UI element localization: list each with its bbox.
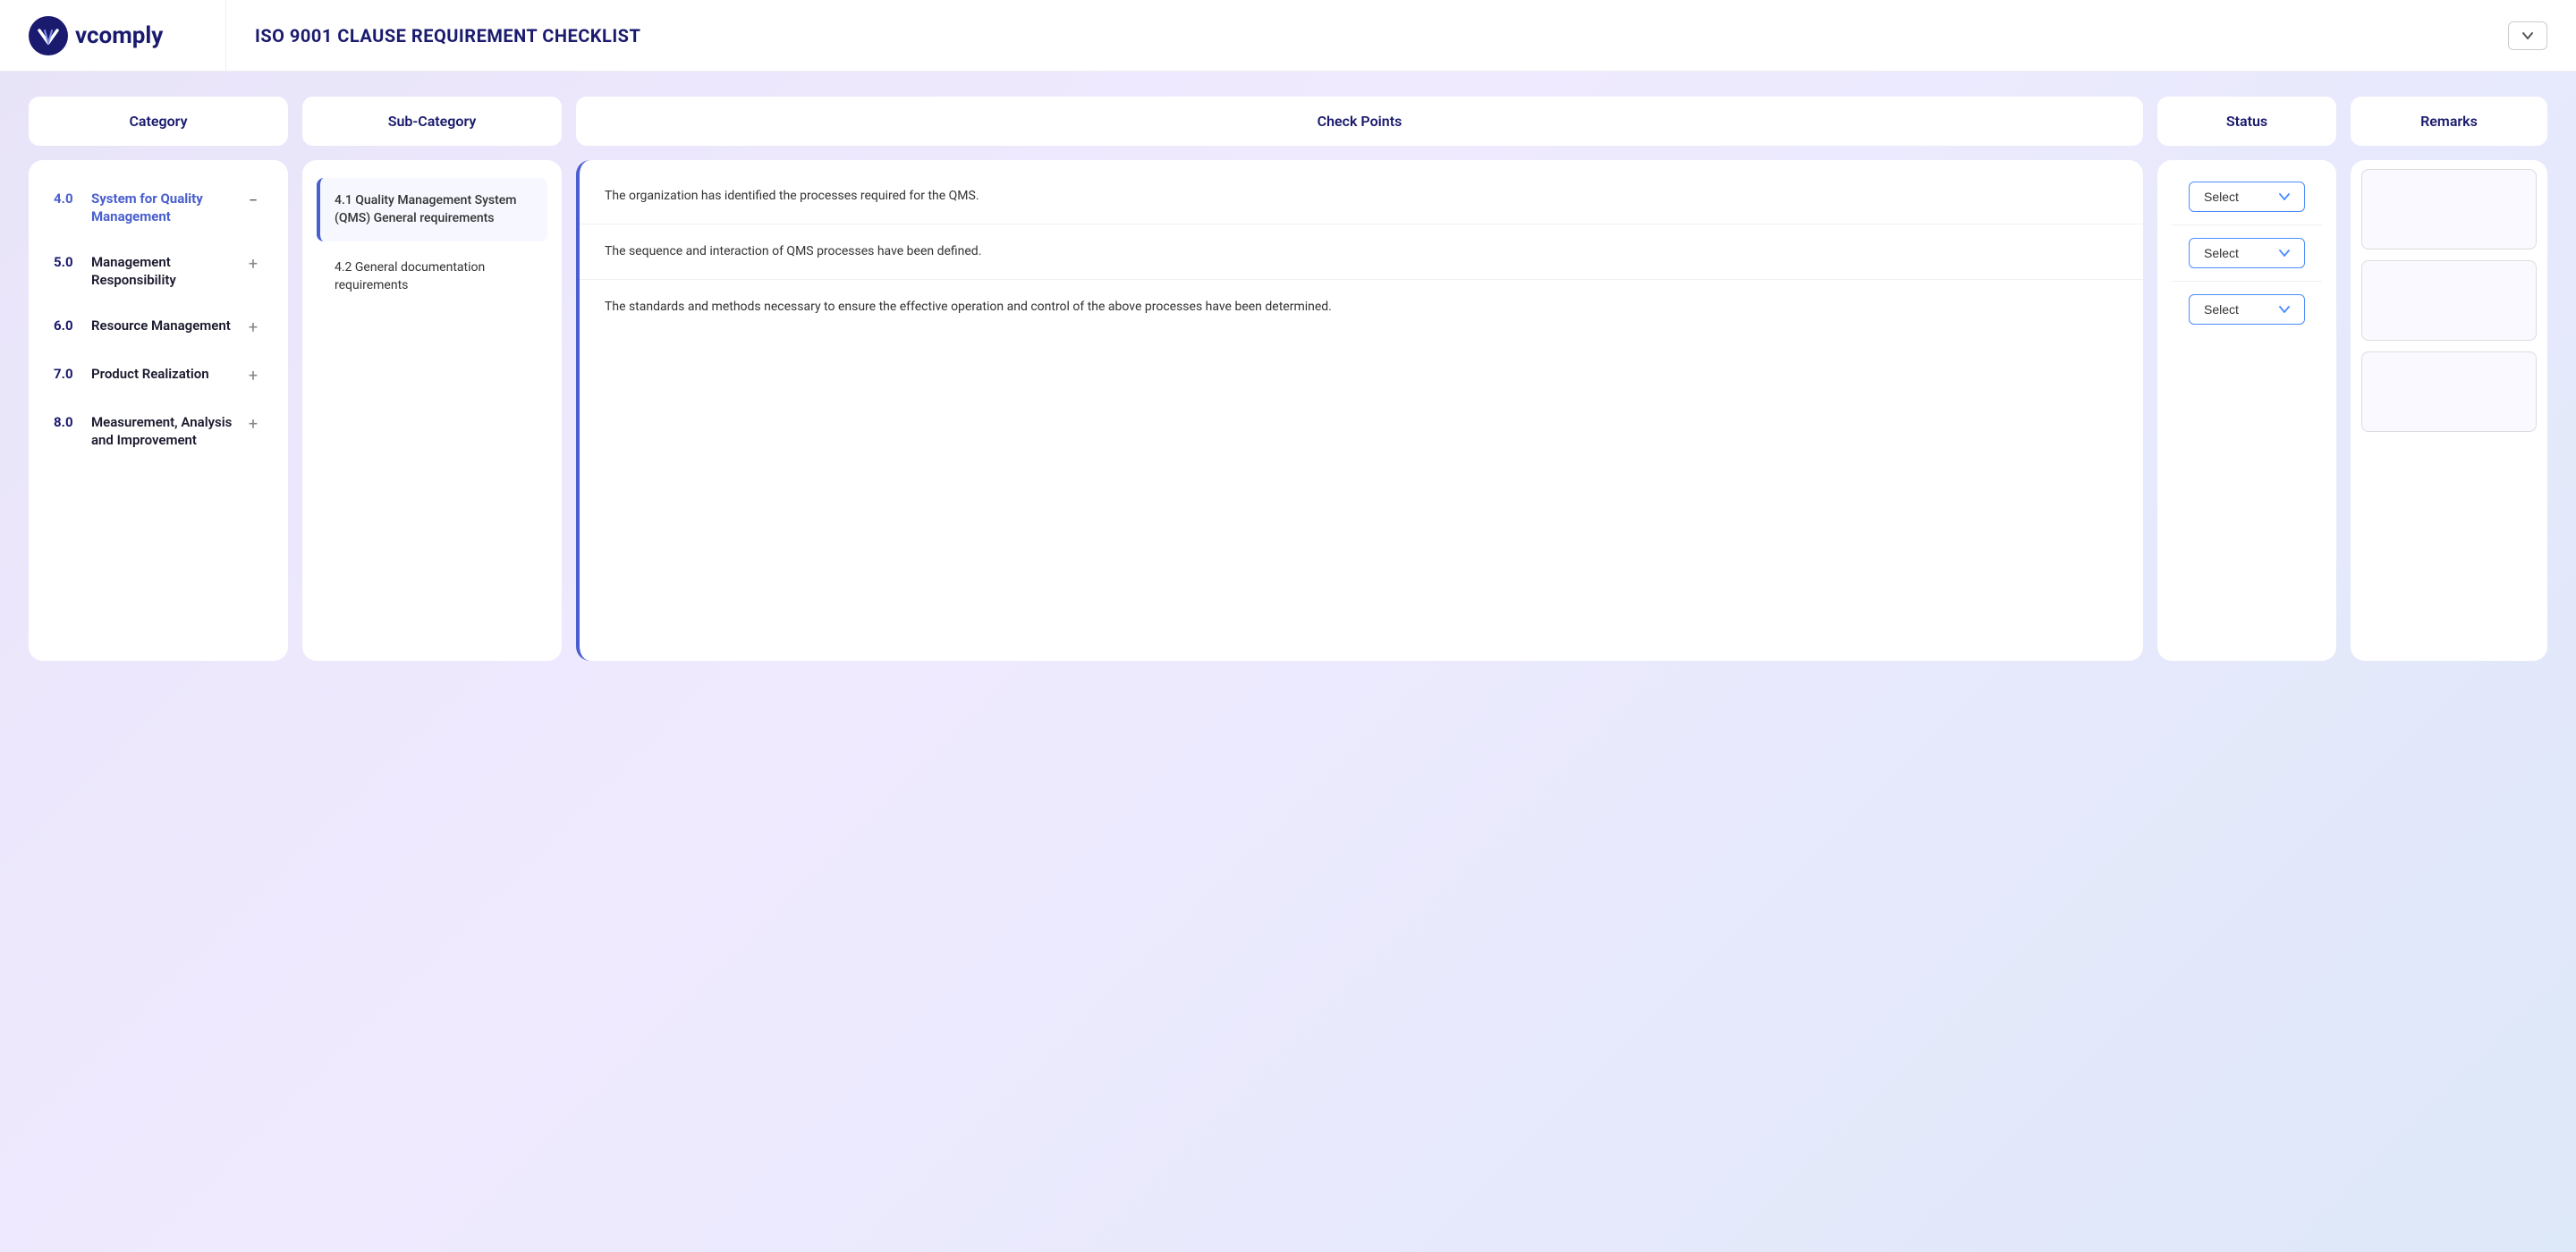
category-num: 5.0 [54, 254, 82, 270]
chevron-down-icon [2279, 304, 2290, 315]
subcategory-item-2[interactable]: 4.2 General documentation requirements [317, 245, 547, 309]
vcomply-logo-icon [29, 16, 68, 55]
column-headers: Category Sub-Category Check Points Statu… [29, 97, 2547, 146]
logo-area: vcomply [29, 16, 225, 55]
select-button-3[interactable]: Select [2189, 294, 2305, 325]
category-label: System for Quality Management [91, 190, 234, 225]
status-header: Status [2157, 97, 2336, 146]
category-item-5.0[interactable]: 5.0 Management Responsibility + [43, 241, 274, 301]
category-label: Resource Management [91, 317, 234, 335]
category-panel: 4.0 System for Quality Management− 5.0 Mana… [29, 160, 288, 661]
category-label: Management Responsibility [91, 254, 234, 289]
chevron-down-icon [2521, 30, 2534, 42]
remark-textarea-2[interactable] [2361, 260, 2537, 341]
category-label: Product Realization [91, 366, 234, 384]
category-item-8.0[interactable]: 8.0 Measurement, Analysis and Improvement… [43, 402, 274, 461]
select-label: Select [2204, 190, 2239, 204]
category-header: Category [29, 97, 288, 146]
status-item-3: Select [2172, 282, 2322, 337]
content-row: 4.0 System for Quality Management− 5.0 Mana… [29, 160, 2547, 661]
expand-icon[interactable]: + [243, 254, 263, 274]
category-num: 8.0 [54, 414, 82, 430]
header-title-area: ISO 9001 CLAUSE REQUIREMENT CHECKLIST [225, 0, 2547, 71]
checkpoints-panel: The organization has identified the proc… [576, 160, 2143, 661]
remarks-header: Remarks [2351, 97, 2547, 146]
select-label: Select [2204, 302, 2239, 317]
checkpoints-header: Check Points [576, 97, 2143, 146]
remark-textarea-1[interactable] [2361, 169, 2537, 250]
remark-textarea-3[interactable] [2361, 351, 2537, 432]
category-item-6.0[interactable]: 6.0 Resource Management + [43, 305, 274, 350]
main-content: Category Sub-Category Check Points Statu… [0, 72, 2576, 686]
expand-icon[interactable]: + [243, 366, 263, 385]
chevron-down-icon [2279, 248, 2290, 258]
logo-text: vcomply [75, 22, 163, 49]
category-label: Measurement, Analysis and Improvement [91, 414, 234, 449]
select-button-1[interactable]: Select [2189, 182, 2305, 212]
category-item-4.0[interactable]: 4.0 System for Quality Management− [43, 178, 274, 238]
header-dropdown-button[interactable] [2508, 21, 2547, 50]
status-panel: Select Select Select [2157, 160, 2336, 661]
remarks-panel [2351, 160, 2547, 661]
category-num: 4.0 [54, 190, 82, 207]
checkpoint-item-3: The standards and methods necessary to e… [580, 280, 2143, 334]
header: vcomply ISO 9001 CLAUSE REQUIREMENT CHEC… [0, 0, 2576, 72]
subcategory-header: Sub-Category [302, 97, 562, 146]
status-item-1: Select [2172, 169, 2322, 225]
subcategory-item-1[interactable]: 4.1 Quality Management System (QMS) Gene… [317, 178, 547, 241]
page-title: ISO 9001 CLAUSE REQUIREMENT CHECKLIST [255, 25, 640, 47]
expand-icon[interactable]: + [243, 317, 263, 337]
expand-icon[interactable]: + [243, 414, 263, 434]
checkpoint-item-1: The organization has identified the proc… [580, 169, 2143, 224]
subcategory-panel: 4.1 Quality Management System (QMS) Gene… [302, 160, 562, 661]
category-num: 6.0 [54, 317, 82, 334]
chevron-down-icon [2279, 191, 2290, 202]
category-num: 7.0 [54, 366, 82, 382]
select-label: Select [2204, 246, 2239, 260]
checkpoint-item-2: The sequence and interaction of QMS proc… [580, 224, 2143, 280]
collapse-icon[interactable]: − [243, 190, 263, 210]
category-item-7.0[interactable]: 7.0 Product Realization + [43, 353, 274, 398]
select-button-2[interactable]: Select [2189, 238, 2305, 268]
status-item-2: Select [2172, 225, 2322, 282]
